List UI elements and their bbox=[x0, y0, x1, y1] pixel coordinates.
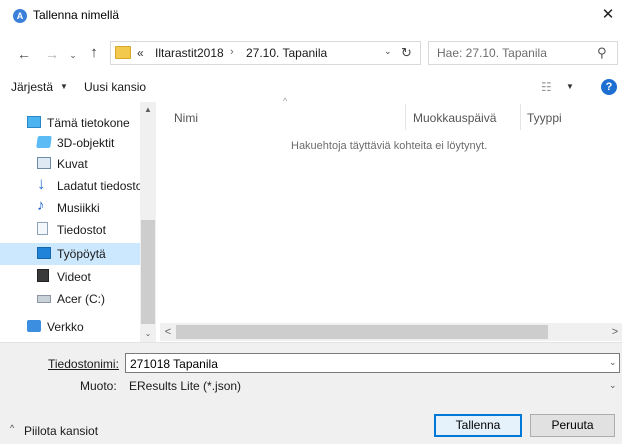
pictures-icon bbox=[37, 157, 51, 169]
format-dropdown-icon[interactable]: ⌄ bbox=[609, 380, 617, 391]
filename-input[interactable] bbox=[130, 356, 600, 371]
breadcrumb-overflow-button[interactable]: « bbox=[137, 46, 144, 60]
save-button[interactable]: Tallenna bbox=[434, 414, 522, 437]
navigation-pane: Tämä tietokone 3D-objektit Kuvat Ladatut… bbox=[0, 102, 160, 342]
filename-label: Tiedostonimi: bbox=[48, 357, 119, 371]
3d-objects-icon bbox=[36, 136, 52, 148]
nav-item-label: Tiedostot bbox=[57, 223, 106, 237]
nav-item-drive-c[interactable]: Acer (C:) bbox=[0, 288, 140, 310]
scroll-up-icon[interactable]: ▲ bbox=[140, 102, 156, 118]
nav-item-label: 3D-objektit bbox=[57, 136, 115, 150]
nav-item-label: Tämä tietokone bbox=[47, 116, 130, 130]
scroll-down-icon[interactable]: ⌄ bbox=[140, 326, 156, 342]
downloads-icon bbox=[37, 174, 51, 194]
new-folder-button[interactable]: Uusi kansio bbox=[84, 80, 146, 94]
music-icon bbox=[37, 197, 51, 214]
column-header-modified[interactable]: Muokkauspäivä bbox=[413, 111, 496, 125]
desktop-icon bbox=[37, 247, 51, 259]
app-icon: A bbox=[13, 9, 27, 23]
view-caret-icon[interactable]: ▼ bbox=[566, 82, 574, 91]
format-select-value: EResults Lite (*.json) bbox=[129, 379, 242, 393]
nav-item-network[interactable]: Verkko bbox=[0, 316, 140, 338]
nav-item-label: Musiikki bbox=[57, 201, 100, 215]
format-select[interactable]: EResults Lite (*.json) ⌄ bbox=[125, 376, 620, 396]
nav-item-label: Verkko bbox=[47, 320, 84, 334]
address-dropdown-icon[interactable]: ⌄ bbox=[384, 46, 392, 57]
nav-item-documents[interactable]: Tiedostot bbox=[0, 219, 140, 241]
column-divider[interactable] bbox=[520, 104, 521, 130]
nav-item-music[interactable]: Musiikki bbox=[0, 197, 140, 219]
videos-icon bbox=[37, 269, 49, 282]
format-label: Muoto: bbox=[80, 379, 117, 393]
scrollbar-thumb[interactable] bbox=[176, 325, 548, 339]
nav-item-label: Ladatut tiedosto bbox=[57, 179, 143, 193]
sort-indicator-icon: ^ bbox=[283, 96, 288, 106]
nav-item-3d-objects[interactable]: 3D-objektit bbox=[0, 132, 140, 154]
scroll-left-icon[interactable]: < bbox=[160, 323, 176, 341]
refresh-icon[interactable]: ↻ bbox=[401, 45, 412, 61]
breadcrumb-iltarastit[interactable]: Iltarastit2018 bbox=[155, 46, 224, 60]
search-icon[interactable]: ⚲ bbox=[597, 45, 607, 61]
nav-item-this-pc[interactable]: Tämä tietokone bbox=[0, 112, 140, 134]
window-title: Tallenna nimellä bbox=[33, 8, 120, 22]
column-header-type[interactable]: Tyyppi bbox=[527, 111, 562, 125]
column-header-name[interactable]: Nimi bbox=[174, 111, 198, 125]
close-button[interactable]: ✕ bbox=[596, 4, 620, 26]
nav-item-label: Acer (C:) bbox=[57, 292, 105, 306]
search-input[interactable] bbox=[437, 45, 587, 61]
empty-folder-message: Hakuehtoja täyttäviä kohteita ei löytyny… bbox=[291, 140, 488, 152]
filename-dropdown-icon[interactable]: ⌄ bbox=[609, 357, 617, 368]
search-box[interactable]: ⚲ bbox=[428, 41, 618, 65]
cancel-button[interactable]: Peruuta bbox=[530, 414, 615, 437]
nav-item-label: Videot bbox=[57, 270, 91, 284]
folder-icon bbox=[115, 46, 131, 59]
organize-caret-icon[interactable]: ▼ bbox=[60, 82, 68, 91]
nav-item-pictures[interactable]: Kuvat bbox=[0, 153, 140, 175]
scroll-right-icon[interactable]: > bbox=[608, 323, 622, 341]
back-button[interactable]: ← bbox=[15, 43, 33, 65]
forward-button[interactable]: → bbox=[43, 43, 61, 65]
help-icon[interactable]: ? bbox=[601, 79, 617, 95]
filename-field[interactable]: ⌄ bbox=[125, 353, 620, 373]
nav-item-desktop[interactable]: Työpöytä bbox=[0, 243, 140, 265]
organize-button[interactable]: Järjestä bbox=[11, 80, 53, 94]
breadcrumb-current-folder[interactable]: 27.10. Tapanila bbox=[246, 46, 327, 60]
drive-icon bbox=[37, 295, 51, 303]
horizontal-scrollbar[interactable]: < > bbox=[160, 323, 622, 341]
recent-locations-button[interactable]: ⌄ bbox=[66, 44, 80, 66]
nav-item-label: Työpöytä bbox=[57, 247, 106, 261]
view-options-icon[interactable]: ☷ bbox=[541, 80, 552, 94]
nav-item-label: Kuvat bbox=[57, 157, 88, 171]
breadcrumb-separator-icon[interactable]: › bbox=[230, 46, 234, 58]
documents-icon bbox=[37, 222, 48, 235]
computer-icon bbox=[27, 116, 41, 128]
network-icon bbox=[27, 320, 41, 332]
nav-pane-scrollbar[interactable]: ▲ ⌄ bbox=[140, 102, 156, 342]
nav-item-downloads[interactable]: Ladatut tiedosto bbox=[0, 174, 143, 197]
address-bar[interactable]: « Iltarastit2018 › 27.10. Tapanila ⌄ ↻ bbox=[110, 41, 421, 65]
scrollbar-thumb[interactable] bbox=[141, 220, 155, 324]
column-divider[interactable] bbox=[405, 104, 406, 130]
nav-item-videos[interactable]: Videot bbox=[0, 266, 140, 288]
up-folder-button[interactable]: ↑ bbox=[85, 42, 103, 64]
hide-folders-button[interactable]: Piilota kansiot bbox=[24, 424, 98, 438]
chevron-up-icon[interactable]: ^ bbox=[10, 423, 14, 433]
